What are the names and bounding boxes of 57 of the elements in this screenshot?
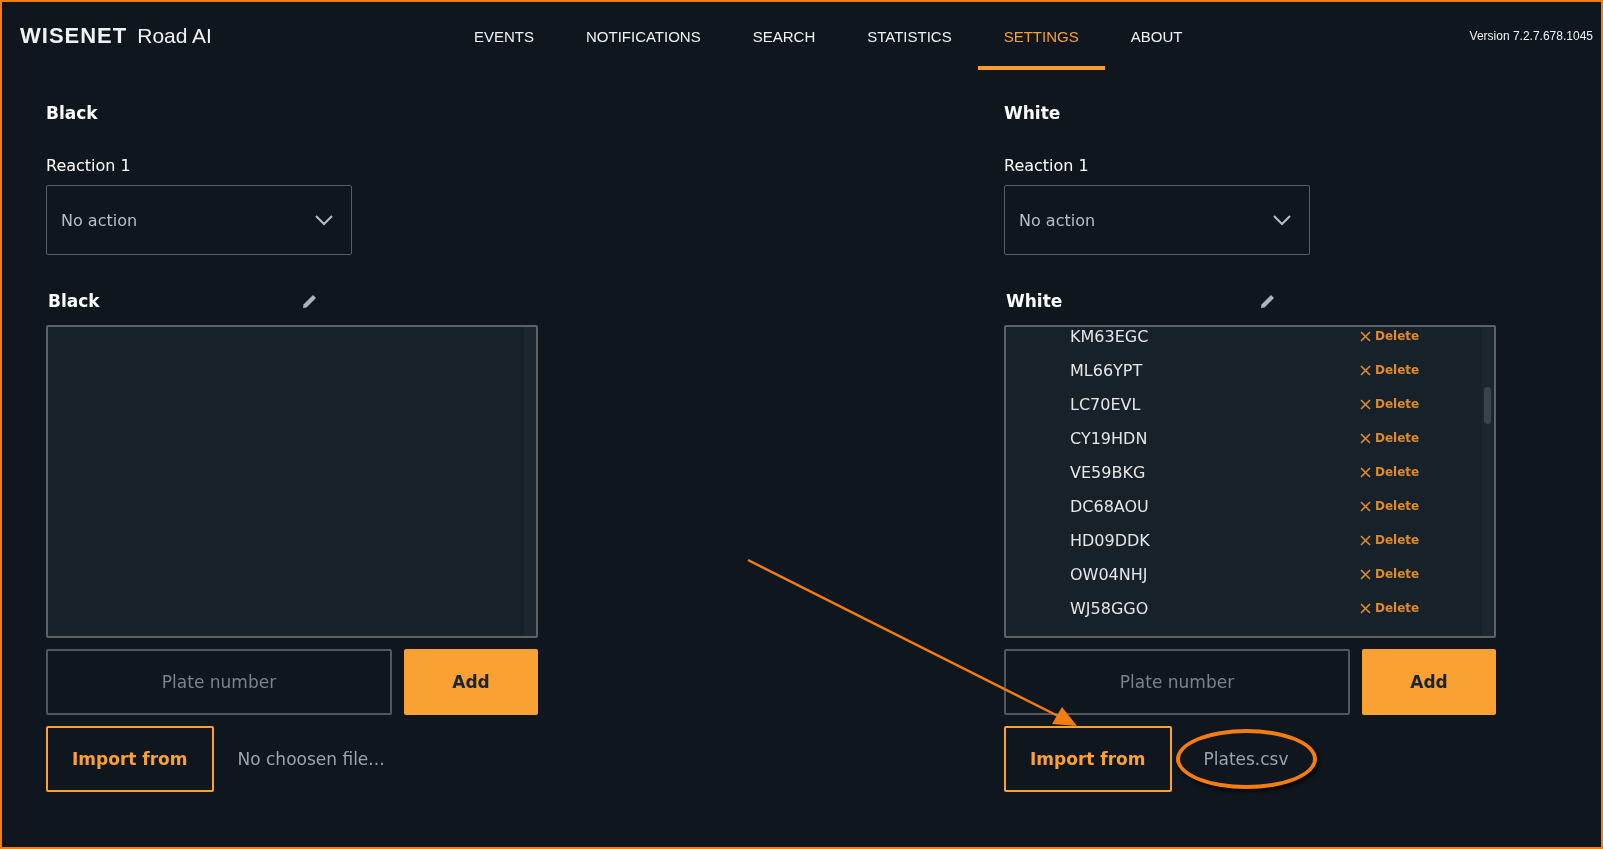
chevron-down-icon xyxy=(1273,214,1291,226)
close-icon xyxy=(1360,568,1371,580)
close-icon xyxy=(1360,466,1371,478)
list-title: Black xyxy=(48,291,100,311)
field-label: Reaction 1 xyxy=(46,156,132,175)
import-button[interactable]: Import from xyxy=(1004,726,1172,792)
list-heading: Black xyxy=(46,103,99,123)
plate-number: WJ58GGO xyxy=(1070,598,1150,618)
nav-tab[interactable]: NOTIFICATIONS xyxy=(560,2,727,70)
delete-button[interactable]: Delete xyxy=(1360,533,1420,547)
close-icon xyxy=(1360,534,1371,546)
brand-logo: WISENET xyxy=(20,23,128,49)
plate-number: HD09DDK xyxy=(1070,530,1151,550)
delete-button[interactable]: Delete xyxy=(1360,329,1420,343)
plate-input[interactable]: Plate number xyxy=(46,649,392,715)
reaction-dropdown[interactable]: No action xyxy=(46,185,352,255)
plate-number: VE59BKG xyxy=(1070,462,1147,482)
plate-input[interactable]: Plate number xyxy=(1004,649,1350,715)
delete-button[interactable]: Delete xyxy=(1360,431,1420,445)
delete-button[interactable]: Delete xyxy=(1360,499,1420,513)
version-label: Version 7.2.7.678.1045 xyxy=(1469,29,1593,43)
pencil-icon[interactable] xyxy=(1260,293,1276,309)
plate-number: OW04NHJ xyxy=(1070,564,1149,584)
delete-button[interactable]: Delete xyxy=(1360,567,1420,581)
file-name: No choosen file... xyxy=(237,749,385,769)
add-button[interactable]: Add xyxy=(404,649,538,715)
delete-button[interactable]: Delete xyxy=(1360,397,1420,411)
pencil-icon[interactable] xyxy=(302,293,318,309)
nav-tab[interactable]: ABOUT xyxy=(1104,2,1209,70)
plate-number: CY19HDN xyxy=(1070,428,1149,448)
chevron-down-icon xyxy=(315,214,333,226)
field-label: Reaction 1 xyxy=(1004,156,1090,175)
plate-number: ML66YPT xyxy=(1070,360,1144,380)
import-button[interactable]: Import from xyxy=(46,726,214,792)
nav-tab[interactable]: SEARCH xyxy=(726,2,842,70)
list-title: White xyxy=(1006,291,1063,311)
close-icon xyxy=(1360,364,1371,376)
product-name: Road AI xyxy=(137,24,212,48)
delete-button[interactable]: Delete xyxy=(1360,363,1420,377)
add-button[interactable]: Add xyxy=(1362,649,1496,715)
list-heading: White xyxy=(1004,103,1062,123)
delete-button[interactable]: Delete xyxy=(1360,601,1420,615)
delete-button[interactable]: Delete xyxy=(1360,465,1420,479)
close-icon xyxy=(1360,432,1371,444)
reaction-dropdown[interactable]: No action xyxy=(1004,185,1310,255)
close-icon xyxy=(1360,602,1371,614)
plate-number: LC70EVL xyxy=(1070,394,1142,414)
nav-tab[interactable]: SETTINGS xyxy=(977,2,1105,70)
nav-tab[interactable]: STATISTICS xyxy=(841,2,978,70)
close-icon xyxy=(1360,330,1371,342)
scrollbar-thumb[interactable] xyxy=(1484,387,1491,424)
close-icon xyxy=(1360,398,1371,410)
nav-tab[interactable]: EVENTS xyxy=(447,2,560,70)
plate-number: DC68AOU xyxy=(1070,496,1150,516)
plate-number: KM63EGC xyxy=(1070,327,1150,346)
file-name: Plates.csv xyxy=(1175,729,1317,789)
close-icon xyxy=(1360,500,1371,512)
